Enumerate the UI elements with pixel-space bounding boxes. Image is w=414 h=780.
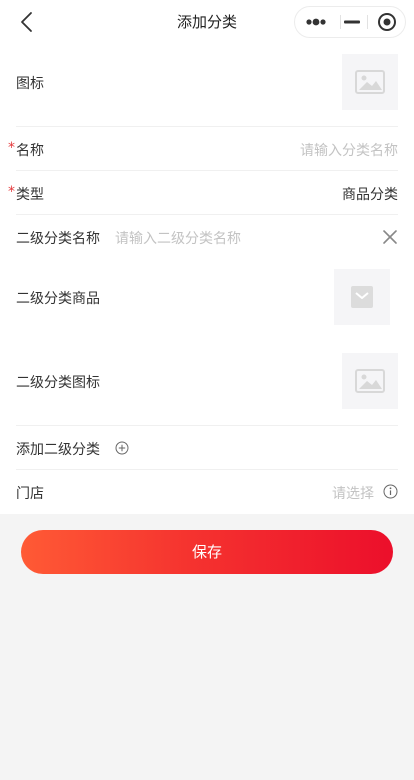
name-label: 名称 — [16, 143, 44, 159]
image-icon — [355, 70, 385, 94]
icon-label: 图标 — [16, 76, 44, 92]
category-form: 图标 * 名称 请输入分类名称 * 类型 商品分类 二级分类名称 请输入二级分类… — [0, 44, 414, 514]
sub-goods-upload[interactable] — [334, 269, 390, 325]
required-mark: * — [8, 184, 15, 200]
sub-name-input[interactable]: 请输入二级分类名称 — [115, 228, 241, 248]
sub-goods-row: 二级分类商品 — [16, 269, 398, 325]
more-button[interactable] — [295, 7, 339, 37]
info-icon[interactable] — [383, 484, 398, 499]
add-sub-row[interactable]: 添加二级分类 — [16, 426, 398, 470]
icon-upload[interactable] — [342, 54, 398, 110]
type-label: 类型 — [16, 187, 44, 203]
sub-goods-label: 二级分类商品 — [16, 291, 100, 307]
sub-icon-upload[interactable] — [342, 353, 398, 409]
store-label: 门店 — [16, 486, 44, 502]
minus-icon — [344, 20, 360, 24]
save-button[interactable]: 保存 — [21, 530, 393, 574]
nav-bar: 添加分类 — [0, 0, 414, 44]
minimize-button[interactable] — [339, 7, 365, 37]
name-row[interactable]: * 名称 请输入分类名称 — [8, 127, 398, 171]
bag-icon — [351, 286, 373, 308]
name-input[interactable]: 请输入分类名称 — [300, 140, 398, 160]
sub-icon-row: 二级分类图标 — [16, 353, 398, 409]
close-button[interactable] — [367, 7, 405, 37]
more-dots-icon — [306, 18, 326, 26]
store-row[interactable]: 门店 请选择 — [16, 470, 398, 514]
sub-name-row: 二级分类名称 请输入二级分类名称 — [16, 215, 398, 259]
required-mark: * — [8, 140, 15, 156]
close-x-icon[interactable] — [382, 229, 398, 245]
type-row[interactable]: * 类型 商品分类 — [8, 171, 398, 215]
plus-circle-icon[interactable] — [115, 441, 129, 455]
store-select[interactable]: 请选择 — [332, 483, 374, 503]
add-sub-label: 添加二级分类 — [16, 442, 100, 458]
type-value[interactable]: 商品分类 — [342, 184, 398, 204]
sub-name-label: 二级分类名称 — [16, 231, 100, 247]
image-icon — [355, 369, 385, 393]
target-close-icon — [378, 13, 396, 31]
icon-row: 图标 — [16, 54, 398, 110]
mini-program-capsule — [294, 6, 406, 38]
sub-icon-label: 二级分类图标 — [16, 375, 100, 391]
